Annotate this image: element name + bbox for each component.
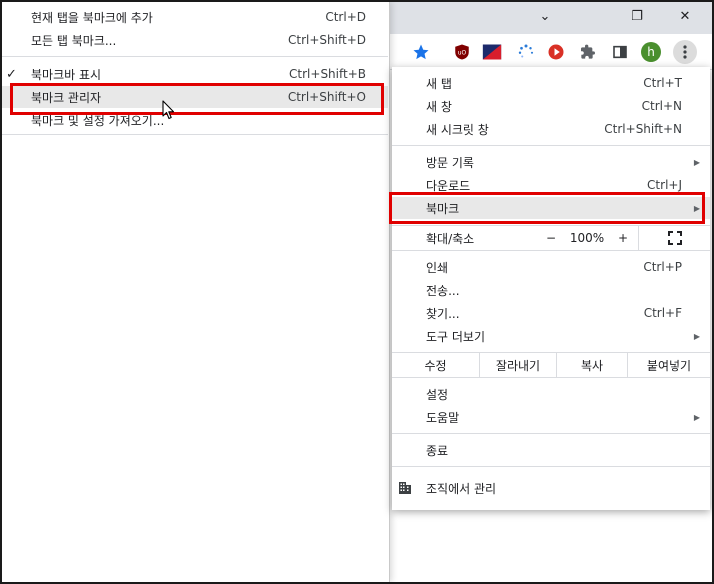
show-bookmarks-bar-item[interactable]: ✓ 북마크바 표시 Ctrl+Shift+B bbox=[2, 63, 388, 85]
star-icon[interactable] bbox=[410, 41, 432, 63]
exit-item[interactable]: 종료 bbox=[392, 439, 710, 461]
menu-item-label: 새 탭 bbox=[426, 76, 452, 91]
history-item[interactable]: 방문 기록 ▶ bbox=[392, 151, 710, 173]
menu-divider bbox=[2, 134, 388, 135]
menu-item-shortcut: Ctrl+P bbox=[643, 260, 682, 274]
menu-divider bbox=[392, 250, 710, 251]
zoom-row: 확대/축소 − 100% + bbox=[392, 226, 710, 250]
title-bar: ⌄ ❐ ✕ bbox=[390, 0, 714, 34]
more-tools-item[interactable]: 도구 더보기 ▶ bbox=[392, 325, 710, 347]
menu-item-label: 찾기... bbox=[426, 306, 460, 321]
menu-divider bbox=[392, 466, 710, 467]
edit-label: 수정 bbox=[424, 358, 447, 373]
highlight-box-bookmarks bbox=[389, 192, 705, 224]
menu-item-label: 새 시크릿 창 bbox=[426, 122, 489, 137]
checkmark-icon: ✓ bbox=[6, 66, 17, 82]
highlight-box-bookmark-manager bbox=[10, 83, 384, 115]
new-tab-item[interactable]: 새 탭 Ctrl+T bbox=[392, 72, 710, 94]
profile-initial: h bbox=[641, 42, 661, 62]
cut-button[interactable]: 잘라내기 bbox=[479, 353, 556, 377]
chrome-main-menu: 새 탭 Ctrl+T 새 창 Ctrl+N 새 시크릿 창 Ctrl+Shift… bbox=[392, 67, 710, 510]
menu-item-label: 설정 bbox=[426, 387, 449, 402]
copy-button[interactable]: 복사 bbox=[556, 353, 627, 377]
building-icon bbox=[399, 482, 411, 494]
menu-item-label: 현재 탭을 북마크에 추가 bbox=[31, 10, 153, 25]
incognito-window-item[interactable]: 새 시크릿 창 Ctrl+Shift+N bbox=[392, 118, 710, 140]
new-window-item[interactable]: 새 창 Ctrl+N bbox=[392, 95, 710, 117]
flag-extension-icon[interactable] bbox=[481, 41, 503, 63]
svg-text:uO: uO bbox=[458, 49, 467, 56]
menu-divider bbox=[392, 145, 710, 146]
loading-extension-icon[interactable] bbox=[515, 41, 537, 63]
menu-item-shortcut: Ctrl+Shift+D bbox=[288, 33, 366, 47]
submenu-arrow-icon: ▶ bbox=[693, 331, 700, 341]
menu-item-shortcut: Ctrl+Shift+B bbox=[289, 67, 366, 81]
find-item[interactable]: 찾기... Ctrl+F bbox=[392, 302, 710, 324]
more-menu-icon[interactable] bbox=[673, 40, 697, 64]
print-item[interactable]: 인쇄 Ctrl+P bbox=[392, 256, 710, 278]
menu-divider bbox=[392, 433, 710, 434]
edit-row: 수정 잘라내기 복사 붙여넣기 bbox=[392, 353, 710, 377]
close-button[interactable]: ✕ bbox=[670, 4, 700, 28]
menu-item-label: 모든 탭 북마크... bbox=[31, 33, 117, 48]
settings-item[interactable]: 설정 bbox=[392, 383, 710, 405]
submenu-arrow-icon: ▶ bbox=[693, 412, 700, 422]
menu-item-label: 인쇄 bbox=[426, 260, 449, 275]
menu-item-shortcut: Ctrl+F bbox=[643, 306, 682, 320]
sidepanel-icon[interactable] bbox=[609, 41, 631, 63]
zoom-value: 100% bbox=[569, 231, 605, 245]
browser-toolbar: uO h bbox=[390, 34, 714, 70]
managed-by-org-item[interactable]: 조직에서 관리 bbox=[392, 477, 710, 499]
menu-item-label: 종료 bbox=[426, 443, 449, 458]
play-extension-icon[interactable] bbox=[545, 41, 567, 63]
menu-item-label: 방문 기록 bbox=[426, 155, 474, 170]
bookmark-all-tabs-item[interactable]: 모든 탭 북마크... Ctrl+Shift+D bbox=[2, 29, 388, 51]
zoom-in-button[interactable]: + bbox=[608, 226, 638, 250]
menu-item-label: 조직에서 관리 bbox=[426, 481, 497, 496]
menu-item-shortcut: Ctrl+Shift+N bbox=[604, 122, 682, 136]
profile-avatar[interactable]: h bbox=[640, 41, 662, 63]
menu-item-label: 북마크바 표시 bbox=[31, 67, 102, 82]
fullscreen-icon bbox=[667, 231, 682, 245]
menu-item-label: 전송... bbox=[426, 283, 460, 298]
menu-item-label: 도움말 bbox=[426, 410, 460, 425]
mouse-cursor-icon bbox=[162, 100, 175, 120]
paste-button[interactable]: 붙여넣기 bbox=[627, 353, 710, 377]
menu-item-shortcut: Ctrl+T bbox=[643, 76, 682, 90]
minimize-button[interactable]: ⌄ bbox=[530, 4, 560, 28]
menu-item-label: 도구 더보기 bbox=[426, 329, 486, 344]
submenu-arrow-icon: ▶ bbox=[693, 157, 700, 167]
cast-item[interactable]: 전송... bbox=[392, 279, 710, 301]
menu-divider bbox=[392, 377, 710, 378]
add-bookmark-item[interactable]: 현재 탭을 북마크에 추가 Ctrl+D bbox=[2, 6, 388, 28]
menu-divider bbox=[2, 56, 388, 57]
ublock-icon[interactable]: uO bbox=[451, 41, 473, 63]
menu-item-shortcut: Ctrl+N bbox=[641, 99, 682, 113]
zoom-label: 확대/축소 bbox=[426, 231, 475, 246]
menu-item-shortcut: Ctrl+D bbox=[325, 10, 366, 24]
menu-item-shortcut: Ctrl+J bbox=[647, 178, 682, 192]
zoom-out-button[interactable]: − bbox=[536, 226, 566, 250]
restore-button[interactable]: ❐ bbox=[622, 4, 652, 28]
help-item[interactable]: 도움말 ▶ bbox=[392, 406, 710, 428]
fullscreen-button[interactable] bbox=[638, 226, 710, 250]
menu-item-label: 다운로드 bbox=[426, 178, 471, 193]
extensions-puzzle-icon[interactable] bbox=[577, 41, 599, 63]
menu-item-label: 새 창 bbox=[426, 99, 452, 114]
